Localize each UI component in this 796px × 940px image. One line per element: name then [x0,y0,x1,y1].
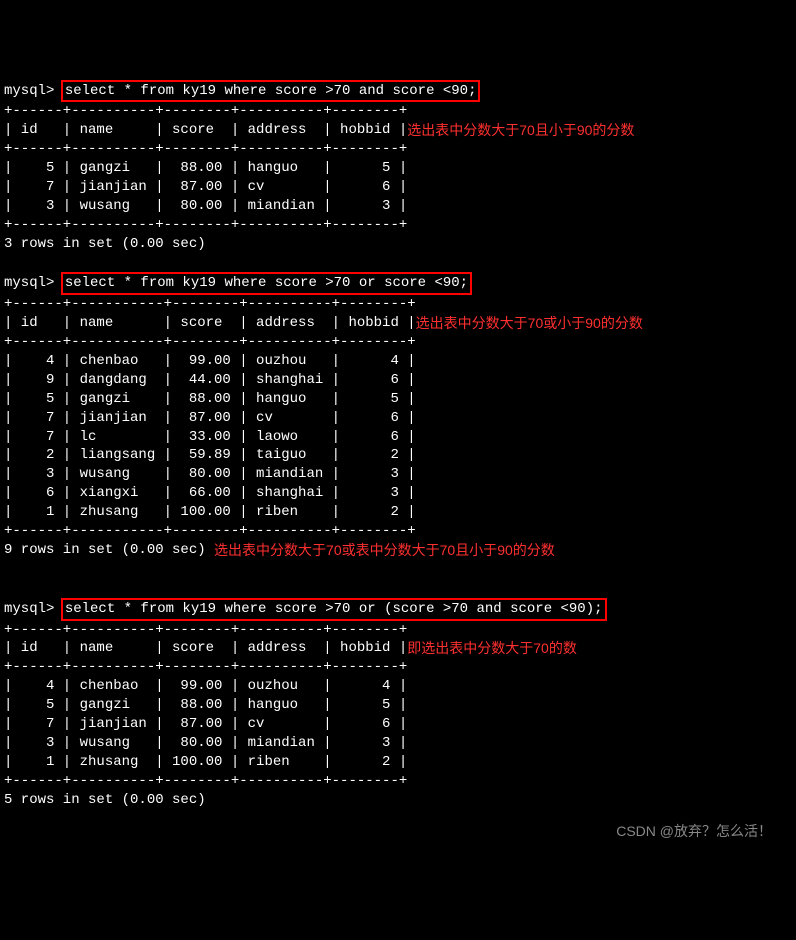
result-footer: 5 rows in set (0.00 sec) [4,792,206,808]
annotation: 选出表中分数大于70且小于90的分数 [407,121,634,140]
table-header: | id | name | score | address | hobbid | [4,314,416,333]
mysql-prompt: mysql> [4,275,63,291]
table-row: | 1 | zhusang | 100.00 | riben | 2 | [4,754,407,770]
annotation: 选出表中分数大于70或表中分数大于70且小于90的分数 [214,541,555,560]
table-row: | 7 | jianjian | 87.00 | cv | 6 | [4,716,407,732]
sql-query: select * from ky19 where score >70 or (s… [61,598,607,621]
table-row: | 5 | gangzi | 88.00 | hanguo | 5 | [4,160,407,176]
table-row: | 3 | wusang | 80.00 | miandian | 3 | [4,735,407,751]
result-footer: 9 rows in set (0.00 sec) [4,541,214,560]
sql-query: select * from ky19 where score >70 or sc… [61,272,472,295]
table-row: | 4 | chenbao | 99.00 | ouzhou | 4 | [4,678,407,694]
table-header: | id | name | score | address | hobbid | [4,639,407,658]
mysql-prompt: mysql> [4,601,63,617]
mysql-prompt: mysql> [4,83,63,99]
table-row: | 7 | jianjian | 87.00 | cv | 6 | [4,179,407,195]
result-footer: 3 rows in set (0.00 sec) [4,236,206,252]
sql-query: select * from ky19 where score >70 and s… [61,80,481,103]
annotation: 选出表中分数大于70或小于90的分数 [416,314,643,333]
table-row: | 5 | gangzi | 88.00 | hanguo | 5 | [4,391,416,407]
annotation: 即选出表中分数大于70的数 [407,639,577,658]
table-row: | 6 | xiangxi | 66.00 | shanghai | 3 | [4,485,416,501]
terminal-output: mysql> select * from ky19 where score >7… [4,80,792,810]
table-row: | 3 | wusang | 80.00 | miandian | 3 | [4,466,416,482]
table-row: | 7 | lc | 33.00 | laowo | 6 | [4,429,416,445]
table-row: | 7 | jianjian | 87.00 | cv | 6 | [4,410,416,426]
table-row: | 1 | zhusang | 100.00 | riben | 2 | [4,504,416,520]
table-row: | 9 | dangdang | 44.00 | shanghai | 6 | [4,372,416,388]
table-row: | 2 | liangsang | 59.89 | taiguo | 2 | [4,447,416,463]
table-header: | id | name | score | address | hobbid | [4,121,407,140]
watermark: CSDN @放弃？怎么活！ [4,822,792,841]
table-row: | 4 | chenbao | 99.00 | ouzhou | 4 | [4,353,416,369]
table-row: | 5 | gangzi | 88.00 | hanguo | 5 | [4,697,407,713]
table-row: | 3 | wusang | 80.00 | miandian | 3 | [4,198,407,214]
